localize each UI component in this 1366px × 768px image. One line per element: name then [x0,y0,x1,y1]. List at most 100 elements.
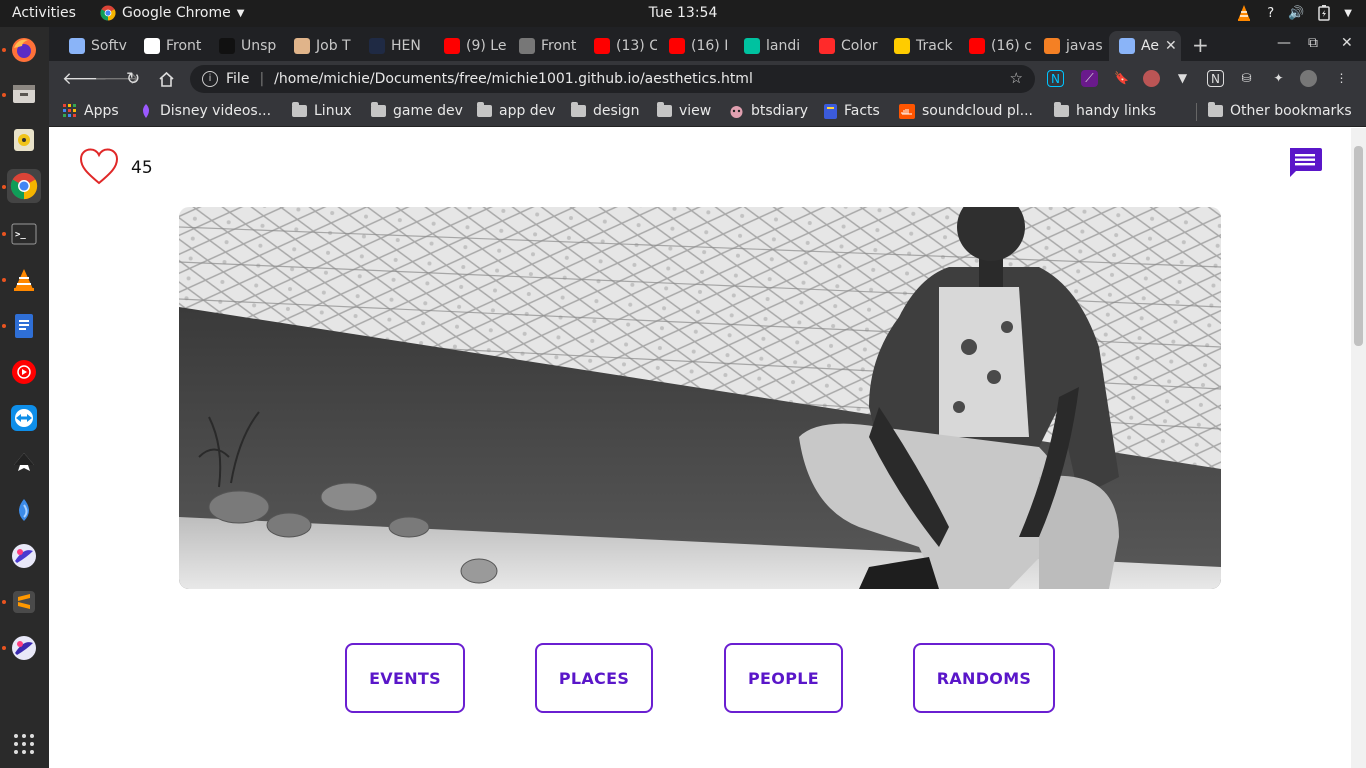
tab[interactable]: Front [134,31,207,61]
bookmark-label: Other bookmarks [1230,103,1352,119]
tab[interactable]: (13) C [584,31,657,61]
close-window-button[interactable]: ✕ [1341,35,1353,51]
tab[interactable]: Softv [59,31,132,61]
places-button[interactable]: PLACES [535,643,653,713]
tab[interactable]: (9) Le [434,31,507,61]
tab[interactable]: (16) c [959,31,1032,61]
running-indicator [2,324,6,328]
people-button[interactable]: PEOPLE [724,643,843,713]
tab[interactable]: Track [884,31,957,61]
inkscape-icon[interactable] [7,447,41,481]
chevron-down-icon: ▼ [236,7,245,19]
battery-icon[interactable] [1318,5,1331,21]
volume-icon[interactable]: 🔊 [1288,6,1304,21]
bookmark-star-icon[interactable]: ☆ [1010,69,1023,87]
running-indicator [2,278,6,282]
color-picker-extension-icon[interactable]: ⟋ [1081,70,1098,87]
vue-devtools-icon[interactable]: ▼ [1174,70,1191,87]
bookmark-folder-view[interactable]: view [657,102,712,119]
tab[interactable]: javas [1034,31,1107,61]
files-icon[interactable] [7,77,41,111]
info-icon[interactable]: i [202,71,218,87]
tab-favicon-icon [744,38,760,54]
tab[interactable]: Unsp [209,31,282,61]
show-applications-icon[interactable] [7,727,41,761]
tab-strip: Softv Front Unsp Job T HEN (9) Le Front (13) C (… [49,27,1366,61]
bookmark-label: soundcloud pl... [922,103,1033,119]
page-scrollbar[interactable] [1351,128,1366,768]
bookmark-folder-handy-links[interactable]: handy links [1054,102,1156,119]
firefox-icon[interactable] [7,33,41,67]
sublime-text-icon[interactable] [7,585,41,619]
new-tab-button[interactable]: + [1192,33,1209,57]
tab[interactable]: landi [734,31,807,61]
address-bar[interactable]: i File | /home/michie/Documents/free/mic… [190,65,1035,93]
pomodoro-extension-icon[interactable] [1143,70,1160,87]
krita-alt-icon[interactable] [7,631,41,665]
home-icon[interactable] [158,71,175,87]
system-menu-icon[interactable]: ▼ [1344,8,1352,19]
tab[interactable]: (16) I [659,31,732,61]
text-editor-icon[interactable] [7,309,41,343]
bookmark-btsdiary[interactable]: btsdiary [729,103,808,119]
extensions-puzzle-icon[interactable]: ✦ [1270,70,1287,87]
page-viewport: 45 EVENTS PLACES PEOPLE RANDOMS [49,128,1366,768]
terminal-icon[interactable]: >_ [7,217,41,251]
browser-toolbar: 🡐 🡒 ↻ i File | /home/michie/Documents/fr… [49,61,1366,97]
teamviewer-icon[interactable] [7,401,41,435]
chat-icon[interactable] [1287,146,1323,180]
running-indicator [2,600,6,604]
bookmark-soundcloud[interactable]: soundcloud pl... [899,103,1033,119]
tab-active[interactable]: Ae ✕ [1109,31,1181,61]
tab-label: Front [541,38,577,54]
reload-icon[interactable]: ↻ [126,69,140,89]
tab[interactable]: Front [509,31,582,61]
app-menu[interactable]: Google Chrome ▼ [100,5,244,21]
bookmark-extension-icon[interactable]: 🔖 [1113,70,1130,87]
profile-avatar[interactable] [1300,70,1317,87]
bookmark-disney-videos[interactable]: Disney videos... [139,103,271,119]
heart-icon[interactable] [79,148,119,186]
chrome-dock-icon[interactable] [7,169,41,203]
maximize-button[interactable]: ⧉ [1308,35,1318,51]
bookmarks-divider [1196,103,1197,121]
system-tray[interactable]: ? 🔊 ▼ [1235,4,1352,22]
help-icon[interactable]: ? [1267,6,1274,21]
tab-favicon-icon [1119,38,1135,54]
randoms-button[interactable]: RANDOMS [913,643,1055,713]
events-button[interactable]: EVENTS [345,643,465,713]
bookmark-label: Facts [844,103,880,119]
bookmark-apps[interactable]: Apps [63,103,119,119]
vlc-tray-icon[interactable] [1235,4,1253,22]
tab[interactable]: Job T [284,31,357,61]
database-extension-icon[interactable]: ⛁ [1238,70,1255,87]
vlc-icon[interactable] [7,263,41,297]
close-tab-icon[interactable]: ✕ [1165,38,1177,54]
clock[interactable]: Tue 13:54 [649,5,718,21]
rhythmbox-icon[interactable] [7,123,41,157]
like-count: 45 [131,158,153,178]
app-drop-icon[interactable] [7,493,41,527]
tab[interactable]: Color [809,31,882,61]
chrome-menu-icon[interactable]: ⋮ [1333,70,1350,87]
tab-favicon-icon [1044,38,1060,54]
folder-icon [292,102,307,117]
bookmark-folder-linux[interactable]: Linux [292,102,352,119]
bookmark-folder-app-dev[interactable]: app dev [477,102,556,119]
activities-button[interactable]: Activities [12,5,76,21]
krita-icon[interactable] [7,539,41,573]
btsdiary-icon [730,105,743,118]
bookmark-folder-other-bookmarks[interactable]: Other bookmarks [1208,102,1352,119]
url-text[interactable]: /home/michie/Documents/free/michie1001.g… [274,71,753,87]
scrollbar-thumb[interactable] [1354,146,1363,346]
bookmark-folder-design[interactable]: design [571,102,639,119]
notion-web-clipper-icon[interactable]: N [1047,70,1064,87]
bookmark-folder-game-dev[interactable]: game dev [371,102,463,119]
notion-icon[interactable]: N [1207,70,1224,87]
minimize-button[interactable]: — [1277,35,1291,51]
bookmark-facts[interactable]: Facts [824,103,880,119]
youtube-music-icon[interactable] [7,355,41,389]
tab-label: (16) c [991,38,1032,54]
tab[interactable]: HEN [359,31,432,61]
bookmark-label: view [679,103,712,119]
